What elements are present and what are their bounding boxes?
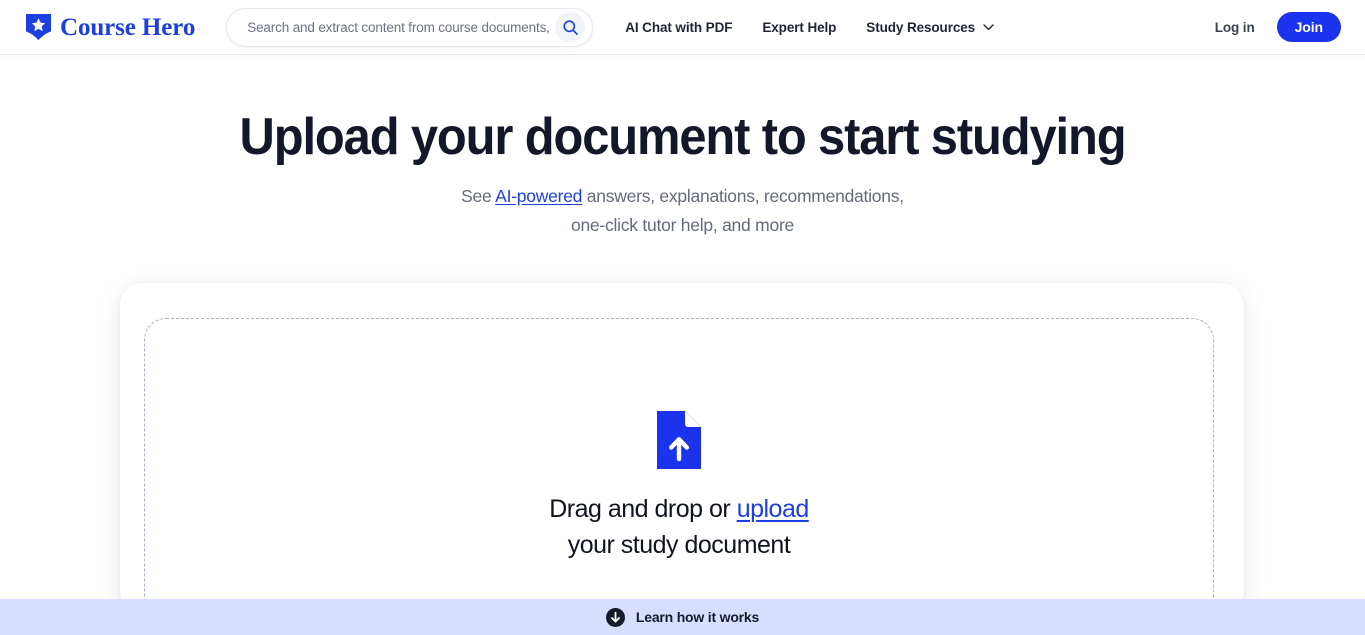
upload-link[interactable]: upload bbox=[737, 495, 810, 523]
dropzone-text-prefix: Drag and drop or bbox=[549, 495, 737, 523]
join-button[interactable]: Join bbox=[1276, 12, 1341, 42]
nav-item-ai-chat-with-pdf[interactable]: AI Chat with PDF bbox=[625, 20, 732, 35]
hero-subtitle: See AI-powered answers, explanations, re… bbox=[0, 182, 1365, 240]
nav-item-label: Study Resources bbox=[866, 19, 976, 35]
arrow-down-circle-icon bbox=[605, 607, 625, 627]
hero-subtitle-line2: one-click tutor help, and more bbox=[570, 214, 795, 235]
main-nav: AI Chat with PDF Expert Help Study Resou… bbox=[625, 20, 994, 35]
nav-item-expert-help[interactable]: Expert Help bbox=[762, 20, 836, 35]
nav-item-label: AI Chat with PDF bbox=[625, 19, 733, 35]
shield-star-logo-icon bbox=[26, 14, 51, 40]
learn-how-it-works-label: Learn how it works bbox=[635, 609, 760, 625]
nav-item-label: Expert Help bbox=[762, 19, 837, 35]
login-link[interactable]: Log in bbox=[1215, 20, 1255, 35]
upload-card: Drag and drop or upload your study docum… bbox=[120, 283, 1244, 613]
hero-section: Upload your document to start studying S… bbox=[0, 54, 1365, 240]
site-header: Course Hero AI Chat with PDF Expert Help… bbox=[0, 0, 1365, 54]
hero-subtitle-suffix: answers, explanations, recommendations, bbox=[582, 185, 904, 206]
page-title: Upload your document to start studying bbox=[239, 108, 1127, 166]
search-button[interactable] bbox=[555, 12, 586, 42]
search-icon bbox=[563, 19, 578, 35]
brand-name: Course Hero bbox=[60, 13, 196, 41]
document-upload-icon bbox=[657, 411, 701, 469]
chevron-down-icon bbox=[983, 23, 994, 30]
search-input[interactable] bbox=[227, 8, 556, 46]
hero-subtitle-prefix: See bbox=[461, 185, 496, 206]
header-actions: Log in Join bbox=[1215, 12, 1341, 42]
ai-powered-link[interactable]: AI-powered bbox=[495, 186, 582, 206]
brand-logo[interactable]: Course Hero bbox=[25, 13, 195, 41]
search-bar[interactable] bbox=[226, 7, 594, 47]
file-dropzone[interactable]: Drag and drop or upload your study docum… bbox=[144, 318, 1214, 613]
dropzone-instructions: Drag and drop or upload your study docum… bbox=[549, 492, 809, 563]
nav-item-study-resources[interactable]: Study Resources bbox=[866, 20, 994, 35]
learn-how-it-works-bar[interactable]: Learn how it works bbox=[0, 599, 1365, 635]
dropzone-text-line2: your study document bbox=[567, 530, 791, 559]
